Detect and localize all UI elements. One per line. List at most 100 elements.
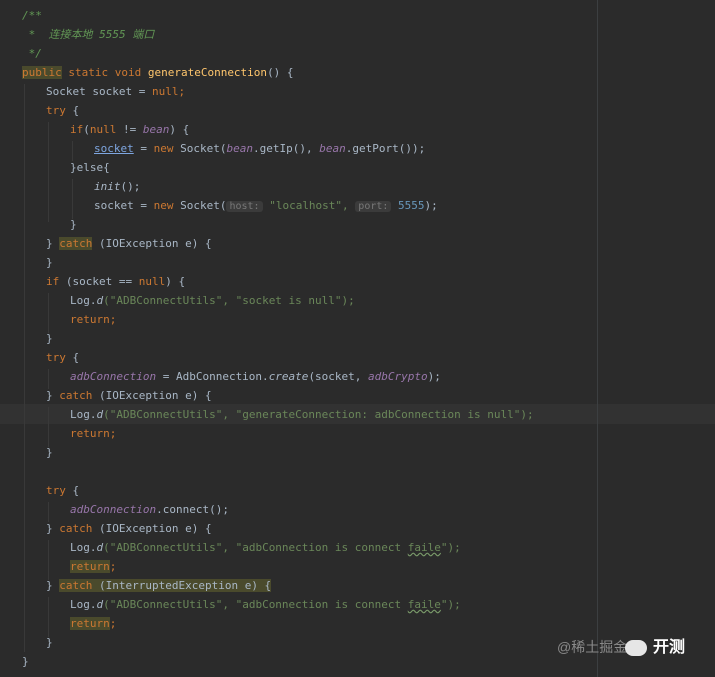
code-text: } bbox=[22, 655, 29, 668]
code-text: } bbox=[46, 256, 53, 269]
code-line: } bbox=[46, 329, 53, 348]
comment-text: /** bbox=[22, 9, 42, 22]
code-text: { bbox=[65, 104, 80, 117]
keyword: catch bbox=[59, 237, 93, 250]
code-text: (IOException e) { bbox=[92, 389, 212, 402]
code-line: } catch (IOException e) { bbox=[46, 519, 212, 538]
method-call: init bbox=[94, 180, 121, 193]
field-reference: bean bbox=[319, 142, 346, 155]
code-text: Log. bbox=[70, 294, 97, 307]
code-line: } bbox=[46, 253, 53, 272]
typo-warning: faile bbox=[407, 541, 441, 554]
code-text: .connect(); bbox=[156, 503, 229, 516]
right-margin-guide bbox=[597, 0, 598, 677]
code-text: } bbox=[46, 522, 60, 535]
code-line: if(null != bean) { bbox=[70, 120, 189, 139]
code-text: } bbox=[46, 636, 53, 649]
code-line: Log.d("ADBConnectUtils", "adbConnection … bbox=[70, 595, 461, 614]
keyword: null bbox=[138, 275, 166, 288]
code-line: */ bbox=[22, 44, 42, 63]
code-text: ); bbox=[424, 199, 438, 212]
code-text: () { bbox=[267, 66, 294, 79]
parameter-hint: port: bbox=[355, 201, 392, 212]
code-line: return; bbox=[70, 557, 116, 576]
code-text: } bbox=[46, 579, 60, 592]
code-line: try { bbox=[46, 348, 79, 367]
code-text: (); bbox=[120, 180, 141, 193]
string-literal: "); bbox=[440, 598, 461, 611]
code-text: Socket socket = bbox=[46, 85, 152, 98]
string-literal: "); bbox=[440, 541, 461, 554]
indent-guide bbox=[48, 597, 49, 637]
code-line: } bbox=[22, 652, 29, 671]
code-text: ); bbox=[427, 370, 441, 383]
keyword: return bbox=[70, 313, 110, 326]
keyword: catch bbox=[59, 522, 93, 535]
code-text: ( bbox=[83, 123, 90, 136]
code-line: /** bbox=[22, 6, 42, 25]
code-line: return; bbox=[70, 424, 116, 443]
code-line: try { bbox=[46, 481, 79, 500]
string-literal: ("ADBConnectUtils", "generateConnection:… bbox=[103, 408, 534, 421]
watermark-handle: @稀土掘金 bbox=[557, 639, 628, 655]
code-editor[interactable]: /** * 连接本地 5555 端口 */ public static void… bbox=[0, 0, 715, 677]
keyword: if bbox=[70, 123, 84, 136]
variable-reference[interactable]: socket bbox=[94, 142, 134, 155]
code-line: } bbox=[46, 633, 53, 652]
keyword: public bbox=[22, 66, 62, 79]
code-text: Socket( bbox=[173, 199, 227, 212]
code-text: } bbox=[70, 218, 77, 231]
code-text: ; bbox=[109, 560, 117, 573]
field-reference: adbConnection bbox=[70, 503, 157, 516]
code-text: }else{ bbox=[70, 161, 110, 174]
keyword: null bbox=[89, 123, 117, 136]
keyword: new bbox=[153, 142, 174, 155]
code-text: .getPort()); bbox=[345, 142, 426, 155]
code-line: public static void generateConnection() … bbox=[22, 63, 294, 82]
code-text: (IOException e) { bbox=[92, 522, 212, 535]
code-line: Log.d("ADBConnectUtils", "adbConnection … bbox=[70, 538, 461, 557]
code-line: socket = new Socket(bean.getIp(), bean.g… bbox=[94, 139, 425, 158]
code-text: ) { bbox=[165, 275, 186, 288]
code-line: if (socket == null) { bbox=[46, 272, 185, 291]
code-text: ) { bbox=[169, 123, 190, 136]
code-line: * 连接本地 5555 端口 bbox=[22, 25, 155, 44]
watermark-brand: 开测 bbox=[625, 633, 685, 657]
string-literal: ("ADBConnectUtils", "adbConnection is co… bbox=[103, 598, 408, 611]
field-reference: bean bbox=[142, 123, 170, 136]
code-text: { bbox=[65, 351, 80, 364]
typo-warning: faile bbox=[407, 598, 441, 611]
keyword: null bbox=[151, 85, 179, 98]
code-text: (socket == bbox=[59, 275, 139, 288]
keyword: return bbox=[70, 560, 110, 573]
code-text: ; bbox=[178, 85, 186, 98]
indent-guide bbox=[72, 179, 73, 219]
number-literal: 5555 bbox=[391, 199, 425, 212]
code-text: Log. bbox=[70, 408, 97, 421]
code-text: (socket, bbox=[308, 370, 369, 383]
code-line: return; bbox=[70, 310, 116, 329]
code-line: Socket socket = null; bbox=[46, 82, 185, 101]
field-reference: adbCrypto bbox=[368, 370, 428, 383]
code-line: socket = new Socket(host: "localhost", p… bbox=[94, 196, 438, 215]
code-line: } bbox=[70, 215, 77, 234]
parameter-hint: host: bbox=[226, 201, 263, 212]
method-name: generateConnection bbox=[147, 66, 268, 79]
keyword: try bbox=[46, 104, 66, 117]
code-line: try { bbox=[46, 101, 79, 120]
keyword: return bbox=[70, 427, 110, 440]
keyword: try bbox=[46, 351, 66, 364]
code-text: } bbox=[46, 332, 53, 345]
code-line: } bbox=[46, 443, 53, 462]
code-text: ; bbox=[109, 427, 117, 440]
keyword: try bbox=[46, 484, 66, 497]
code-line: Log.d("ADBConnectUtils", "socket is null… bbox=[70, 291, 355, 310]
code-text: Log. bbox=[70, 541, 97, 554]
field-reference: adbConnection bbox=[70, 370, 157, 383]
code-line: return; bbox=[70, 614, 116, 633]
keyword: catch bbox=[59, 389, 93, 402]
code-text: (InterruptedException e) { bbox=[92, 579, 272, 592]
keyword: catch bbox=[59, 579, 93, 592]
code-text: (IOException e) { bbox=[92, 237, 212, 250]
code-text: != bbox=[116, 123, 143, 136]
